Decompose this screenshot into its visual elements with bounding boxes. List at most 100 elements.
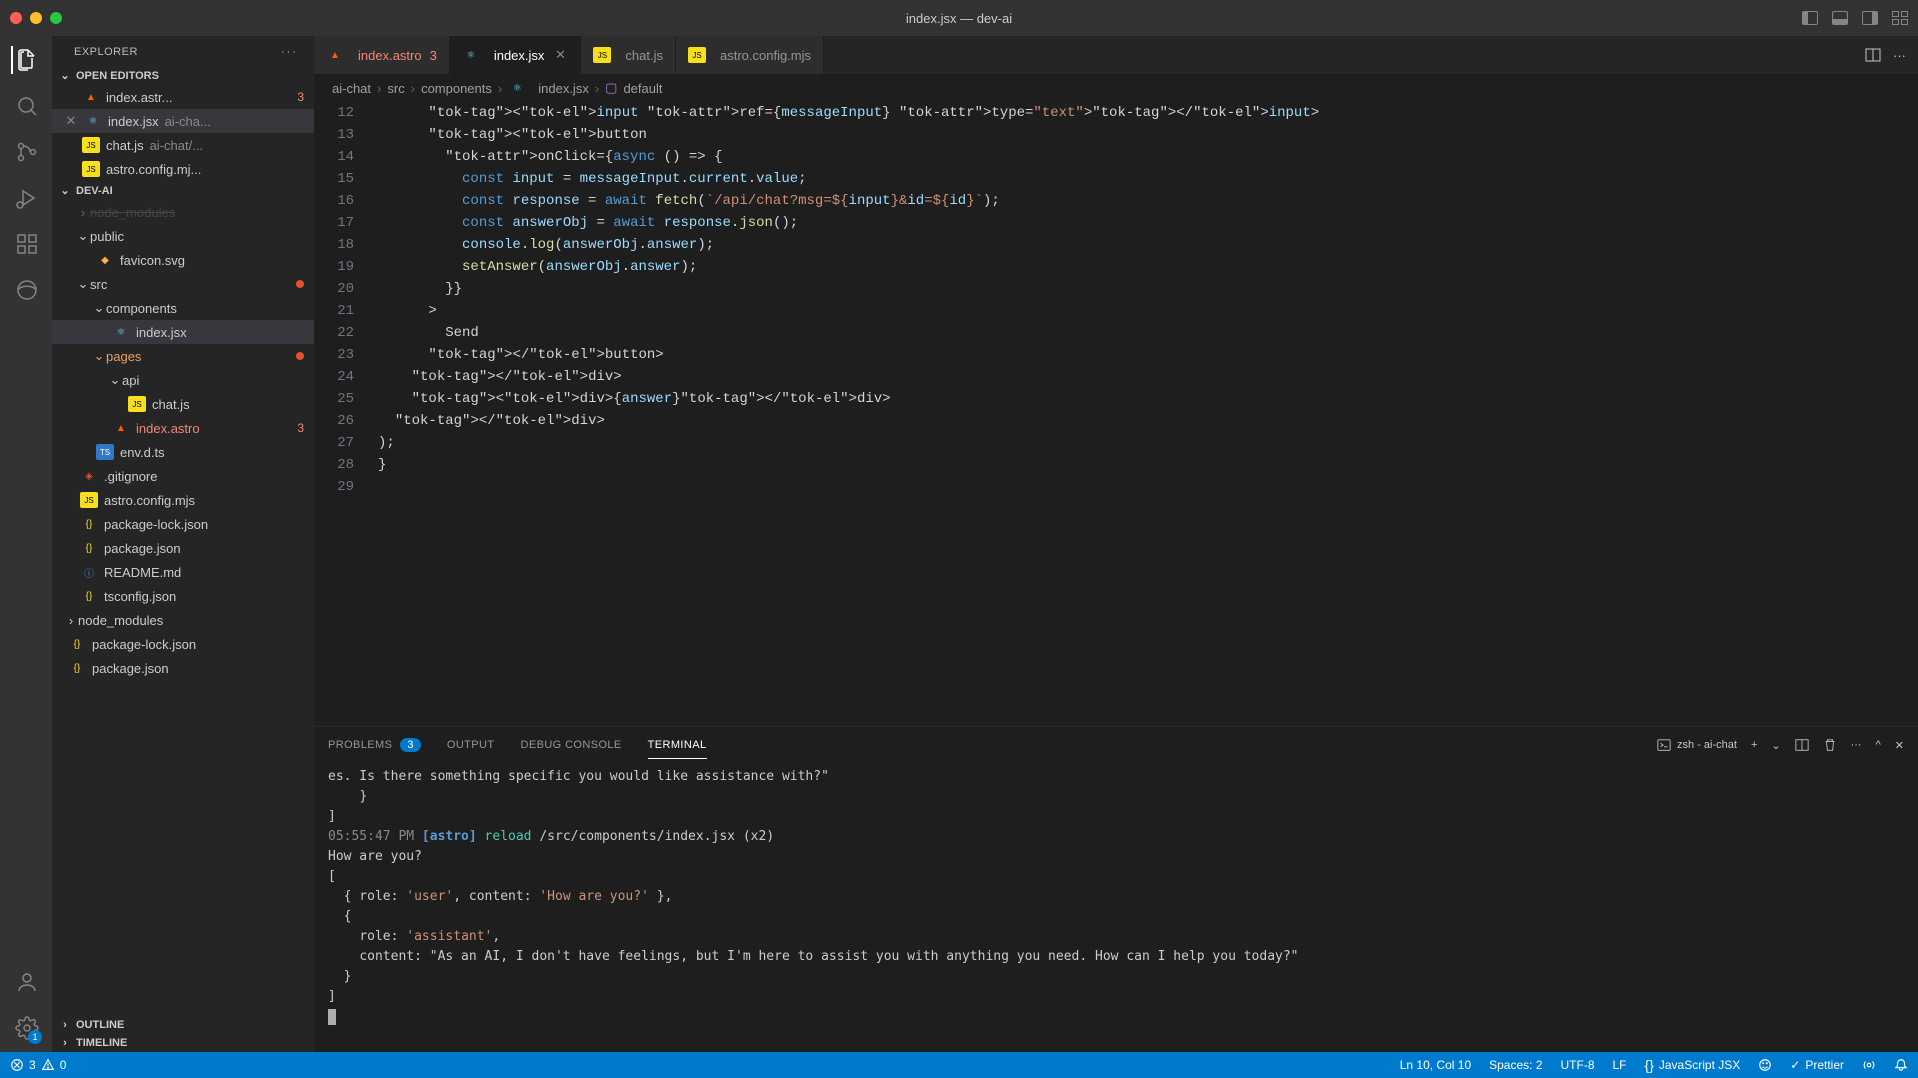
- open-editor-item[interactable]: JS astro.config.mj...: [52, 157, 314, 181]
- sidebar-more-icon[interactable]: ···: [281, 46, 298, 58]
- split-editor-icon[interactable]: [1865, 47, 1881, 63]
- activity-bar: 1: [0, 36, 52, 1052]
- react-icon: ⚛: [508, 80, 526, 96]
- terminal-tab[interactable]: TERMINAL: [648, 739, 707, 751]
- output-tab[interactable]: OUTPUT: [447, 739, 495, 751]
- tree-file[interactable]: {} package.json: [52, 656, 314, 680]
- status-lang[interactable]: {} JavaScript JSX: [1645, 1057, 1741, 1073]
- tree-file[interactable]: ◈ .gitignore: [52, 464, 314, 488]
- tree-folder[interactable]: › node_modules: [52, 608, 314, 632]
- split-terminal-icon[interactable]: [1795, 738, 1809, 752]
- run-debug-icon[interactable]: [12, 184, 40, 212]
- explorer-sidebar: EXPLORER ··· ⌄ OPEN EDITORS ▲ index.astr…: [52, 36, 314, 1052]
- tree-file[interactable]: JS chat.js: [52, 392, 314, 416]
- close-panel-icon[interactable]: ✕: [1895, 739, 1904, 752]
- terminal-output[interactable]: es. Is there something specific you woul…: [314, 763, 1918, 1052]
- status-encoding[interactable]: UTF-8: [1561, 1058, 1595, 1072]
- status-bell-icon[interactable]: [1894, 1058, 1908, 1072]
- editor-tabs: ▲ index.astro 3 ⚛ index.jsx ✕ JS chat.js…: [314, 36, 1918, 74]
- source-control-icon[interactable]: [12, 138, 40, 166]
- terminal-name[interactable]: zsh - ai-chat: [1657, 738, 1737, 752]
- edge-tools-icon[interactable]: [12, 276, 40, 304]
- open-editors-list: ▲ index.astr... 3 ✕ ⚛ index.jsx ai-cha..…: [52, 85, 314, 181]
- chevron-right-icon: ›: [76, 205, 90, 220]
- customize-layout-icon[interactable]: [1892, 11, 1908, 25]
- tree-file[interactable]: ◆ favicon.svg: [52, 248, 314, 272]
- ts-icon: TS: [96, 444, 114, 460]
- toggle-secondary-sidebar-icon[interactable]: [1862, 11, 1878, 25]
- project-header[interactable]: ⌄ DEV-AI: [52, 181, 314, 200]
- toggle-panel-icon[interactable]: [1832, 11, 1848, 25]
- toggle-primary-sidebar-icon[interactable]: [1802, 11, 1818, 25]
- tab-index-astro[interactable]: ▲ index.astro 3: [314, 36, 450, 74]
- status-eol[interactable]: LF: [1613, 1058, 1627, 1072]
- chevron-down-icon: ⌄: [76, 276, 90, 292]
- problems-tab[interactable]: PROBLEMS 3: [328, 738, 421, 752]
- tree-folder[interactable]: ⌄ components: [52, 296, 314, 320]
- timeline-header[interactable]: › TIMELINE: [52, 1034, 314, 1052]
- explorer-icon[interactable]: [11, 46, 39, 74]
- debug-console-tab[interactable]: DEBUG CONSOLE: [521, 739, 622, 751]
- close-tab-icon[interactable]: ✕: [552, 47, 568, 63]
- layout-controls: [1802, 11, 1908, 25]
- terminal-dropdown-icon[interactable]: ⌄: [1771, 739, 1780, 752]
- tree-file[interactable]: {} package.json: [52, 536, 314, 560]
- extensions-icon[interactable]: [12, 230, 40, 258]
- more-terminal-icon[interactable]: ···: [1851, 739, 1862, 751]
- chevron-down-icon: ⌄: [58, 184, 72, 197]
- close-window[interactable]: [10, 12, 22, 24]
- tree-folder[interactable]: ⌄ public: [52, 224, 314, 248]
- settings-gear-icon[interactable]: 1: [12, 1014, 40, 1042]
- code-editor[interactable]: 121314151617181920212223242526272829 "to…: [314, 102, 1918, 726]
- tree-folder[interactable]: ⌄ pages: [52, 344, 314, 368]
- search-icon[interactable]: [12, 92, 40, 120]
- astro-icon: ▲: [112, 420, 130, 436]
- tree-file[interactable]: {} package-lock.json: [52, 632, 314, 656]
- chevron-right-icon: ›: [58, 1037, 72, 1049]
- maximize-panel-icon[interactable]: ^: [1876, 739, 1881, 751]
- open-editor-item[interactable]: ✕ ⚛ index.jsx ai-cha...: [52, 109, 314, 133]
- more-actions-icon[interactable]: ···: [1893, 48, 1906, 63]
- tree-file[interactable]: ⓘ README.md: [52, 560, 314, 584]
- status-cursor[interactable]: Ln 10, Col 10: [1400, 1058, 1471, 1072]
- chevron-down-icon: ⌄: [92, 300, 106, 316]
- js-icon: JS: [82, 137, 100, 153]
- open-editor-item[interactable]: ▲ index.astr... 3: [52, 85, 314, 109]
- tree-file[interactable]: ⚛ index.jsx: [52, 320, 314, 344]
- kill-terminal-icon[interactable]: [1823, 738, 1837, 752]
- outline-header[interactable]: › OUTLINE: [52, 1016, 314, 1034]
- breadcrumbs[interactable]: ai-chat› src› components› ⚛ index.jsx› ▢…: [314, 74, 1918, 102]
- new-terminal-icon[interactable]: +: [1751, 739, 1757, 751]
- tree-file[interactable]: ▲ index.astro 3: [52, 416, 314, 440]
- svg-icon: ◆: [96, 252, 114, 268]
- tree-file[interactable]: {} package-lock.json: [52, 512, 314, 536]
- tree-file[interactable]: TS env.d.ts: [52, 440, 314, 464]
- tab-chat-js[interactable]: JS chat.js: [581, 36, 676, 74]
- react-icon: ⚛: [462, 47, 480, 63]
- tree-folder[interactable]: ⌄ api: [52, 368, 314, 392]
- status-prettier[interactable]: ✓Prettier: [1790, 1058, 1844, 1072]
- open-editors-header[interactable]: ⌄ OPEN EDITORS: [52, 66, 314, 85]
- status-indent[interactable]: Spaces: 2: [1489, 1058, 1542, 1072]
- minimize-window[interactable]: [30, 12, 42, 24]
- status-broadcast-icon[interactable]: [1862, 1058, 1876, 1072]
- open-editor-item[interactable]: JS chat.js ai-chat/...: [52, 133, 314, 157]
- info-icon: ⓘ: [80, 564, 98, 580]
- panel-tabs: PROBLEMS 3 OUTPUT DEBUG CONSOLE TERMINAL…: [314, 727, 1918, 763]
- chevron-down-icon: ⌄: [76, 228, 90, 244]
- status-feedback-icon[interactable]: [1758, 1058, 1772, 1072]
- sidebar-title: EXPLORER: [74, 46, 138, 58]
- accounts-icon[interactable]: [12, 968, 40, 996]
- status-errors[interactable]: 3 0: [10, 1058, 66, 1072]
- tab-astro-config[interactable]: JS astro.config.mjs: [676, 36, 824, 74]
- chevron-down-icon: ⌄: [58, 69, 72, 82]
- close-icon[interactable]: ✕: [64, 113, 78, 129]
- maximize-window[interactable]: [50, 12, 62, 24]
- astro-icon: ▲: [82, 89, 100, 105]
- tree-folder[interactable]: › node_modules: [52, 200, 314, 224]
- tree-file[interactable]: {} tsconfig.json: [52, 584, 314, 608]
- tab-index-jsx[interactable]: ⚛ index.jsx ✕: [450, 36, 582, 74]
- tree-folder[interactable]: ⌄ src: [52, 272, 314, 296]
- chevron-right-icon: ›: [64, 613, 78, 628]
- tree-file[interactable]: JS astro.config.mjs: [52, 488, 314, 512]
